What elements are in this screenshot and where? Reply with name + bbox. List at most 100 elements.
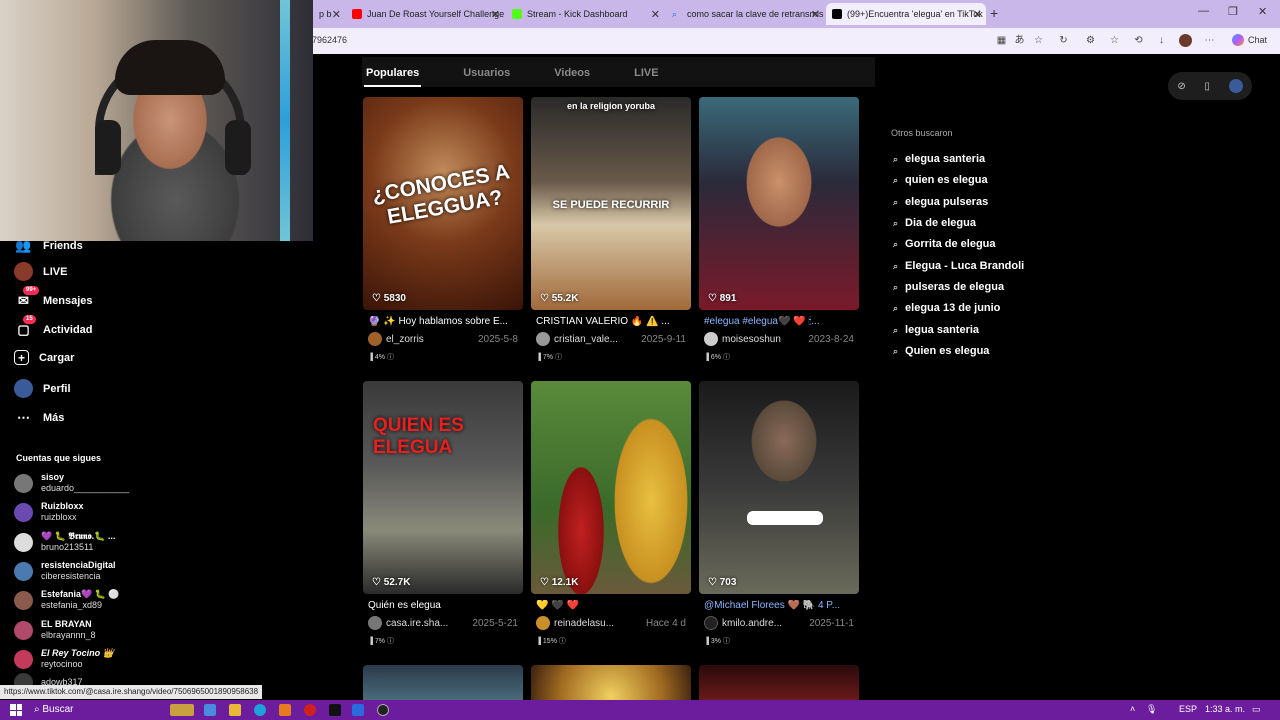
sidebar-item-upload[interactable]: + Cargar [14, 350, 74, 365]
avatar[interactable] [536, 332, 550, 346]
avatar[interactable] [704, 616, 718, 630]
suggestion-item[interactable]: ⌕ Gorrita de elegua [893, 238, 996, 250]
avatar[interactable] [1228, 79, 1243, 93]
close-tab-icon[interactable]: ✕ [491, 8, 500, 21]
followed-account[interactable]: resistenciaDigital ciberesistencia [14, 560, 116, 582]
history-icon[interactable]: ⟲ [1132, 34, 1145, 47]
sidebar-item-profile[interactable]: Perfil [14, 379, 71, 398]
video-description[interactable]: 💛 🖤 ❤️ [531, 600, 691, 611]
avatar[interactable] [368, 616, 382, 630]
video-thumbnail-partial[interactable] [363, 665, 523, 700]
sidebar-item-messages[interactable]: ✉ 99+ Mensajes [14, 286, 93, 310]
avatar[interactable] [536, 616, 550, 630]
sidebar-item-friends[interactable]: 👥 Friends [14, 236, 82, 255]
suggestion-item[interactable]: ⌕ quien es elegua [893, 174, 988, 186]
video-thumbnail[interactable]: ¿CONOCES A ELEGGUA? ♡ 5830 [363, 97, 523, 310]
copilot-chat-button[interactable]: Chat [1232, 34, 1267, 46]
suggestion-item[interactable]: ⌕ elegua santeria [893, 153, 985, 165]
video-thumbnail[interactable]: ♡ 12.1K [531, 381, 691, 594]
browser-tab-active[interactable]: (99+)Encuentra 'elegua' en TikTok ✕ [826, 3, 986, 25]
video-description[interactable]: 🔮 ✨ Hoy hablamos sobre E... [363, 316, 523, 327]
maximize-button[interactable]: ❐ [1228, 5, 1238, 18]
obs-icon[interactable] [377, 704, 389, 716]
favorite-star-icon[interactable]: ☆ [1032, 34, 1045, 47]
compass-icon[interactable]: ⊘ [1177, 81, 1185, 92]
video-card[interactable]: QUIEN ES ELEGUA ♡ 52.7K Quién es elegua … [363, 381, 523, 646]
extensions-icon[interactable]: ⚙ [1084, 34, 1097, 47]
browser-tab[interactable]: ⌕ como sacar la clave de retransmisi ✕ [666, 3, 824, 25]
video-card[interactable]: ♡ 12.1K 💛 🖤 ❤️ reinadelasu... Hace 4 d ▐… [531, 381, 691, 646]
video-card[interactable]: ♡ 891 #elegua #elegua🖤 ❤️ 🕯... moisesosh… [699, 97, 859, 362]
video-card[interactable]: ¿CONOCES A ELEGGUA? ♡ 5830 🔮 ✨ Hoy habla… [363, 97, 523, 362]
followed-account[interactable]: El Rey Tocino 👑 reytocinoo [14, 648, 114, 670]
clock[interactable]: 1:33 a. m. [1205, 704, 1245, 714]
video-description[interactable]: Quién es elegua [363, 600, 523, 611]
video-author[interactable]: casa.ire.sha... [386, 618, 464, 629]
app-icon[interactable] [352, 704, 364, 716]
taskbar-search[interactable]: ⌕ Buscar [34, 704, 74, 715]
file-explorer-icon[interactable] [229, 704, 241, 716]
video-author[interactable]: cristian_vale... [554, 334, 632, 345]
notifications-icon[interactable]: ▭ [1252, 704, 1261, 715]
followed-account[interactable]: EL BRAYAN elbrayannn_8 [14, 619, 96, 641]
avatar[interactable] [704, 332, 718, 346]
app-icon[interactable] [279, 704, 291, 716]
browser-tab[interactable]: Juan De Roast Yourself Challenge ✕ [346, 3, 504, 25]
tab-usuarios[interactable]: Usuarios [461, 57, 512, 87]
tab-populares[interactable]: Populares [364, 57, 422, 87]
browser-tab[interactable]: Stream - Kick Dashboard ✕ [506, 3, 664, 25]
tray-chevron-icon[interactable]: ˄ [1130, 704, 1135, 714]
windows-start-icon[interactable] [10, 704, 22, 716]
video-author[interactable]: moisesoshun [722, 334, 800, 345]
followed-account[interactable]: sisoy eduardo___________ [14, 472, 129, 494]
suggestion-item[interactable]: ⌕ Dia de elegua [893, 217, 976, 229]
video-thumbnail[interactable]: ♡ 891 [699, 97, 859, 310]
language-indicator[interactable]: ESP [1179, 704, 1197, 714]
url-field[interactable]: 7962476 [312, 35, 347, 45]
video-author[interactable]: kmilo.andre... [722, 618, 800, 629]
new-tab-button[interactable]: + [990, 5, 998, 21]
video-description[interactable]: CRISTIAN VALERIO 🔥 ⚠️ ... [531, 316, 691, 327]
video-author[interactable]: reinadelasu... [554, 618, 632, 629]
browser-tab[interactable]: p b ✕ [313, 3, 345, 25]
suggestion-item[interactable]: ⌕ legua santeria [893, 324, 979, 336]
followed-account[interactable]: 💜 🐛 𝕭𝖗𝖚𝖓𝖔.🐛 ... bruno213511 [14, 531, 115, 553]
sidebar-item-activity[interactable]: ▢ 15 Actividad [14, 315, 93, 339]
followed-account[interactable]: Ruizbloxx ruizbloxx [14, 501, 84, 523]
video-description[interactable]: @Michael Florees 🤎 🐘 4 P... [699, 600, 859, 611]
video-thumbnail-partial[interactable] [699, 665, 859, 700]
suggestion-item[interactable]: ⌕ elegua pulseras [893, 196, 988, 208]
tab-live[interactable]: LIVE [632, 57, 660, 87]
minimize-button[interactable]: — [1198, 5, 1209, 17]
apps-icon[interactable]: ▦ [995, 34, 1008, 47]
refresh-icon[interactable]: ↻ [1057, 34, 1070, 47]
close-tab-icon[interactable]: ✕ [651, 8, 660, 21]
translate-icon[interactable]: あ [1013, 34, 1026, 47]
profile-avatar[interactable] [1179, 34, 1192, 47]
close-window-button[interactable]: ✕ [1258, 5, 1267, 18]
video-thumbnail[interactable]: QUIEN ES ELEGUA ♡ 52.7K [363, 381, 523, 594]
sidebar-item-live[interactable]: LIVE [14, 262, 67, 281]
video-card[interactable]: en la religion yoruba SE PUEDE RECURRIR … [531, 97, 691, 362]
video-thumbnail[interactable]: ♡ 703 [699, 381, 859, 594]
sidebar-item-more[interactable]: ⋯ Más [14, 408, 64, 427]
microphone-icon[interactable]: 🎙 [1146, 704, 1157, 715]
app-icon[interactable] [304, 704, 316, 716]
close-tab-icon[interactable]: ✕ [973, 8, 982, 21]
taskview-icon[interactable] [204, 704, 216, 716]
suggestion-item[interactable]: ⌕ Quien es elegua [893, 345, 989, 357]
edge-icon[interactable] [254, 704, 266, 716]
tab-videos[interactable]: Videos [552, 57, 592, 87]
download-icon[interactable]: ↓ [1155, 34, 1168, 47]
video-thumbnail[interactable]: en la religion yoruba SE PUEDE RECURRIR … [531, 97, 691, 310]
close-tab-icon[interactable]: ✕ [811, 8, 820, 21]
suggestion-item[interactable]: ⌕ pulseras de elegua [893, 281, 1004, 293]
suggestion-item[interactable]: ⌕ elegua 13 de junio [893, 302, 1000, 314]
video-description[interactable]: #elegua #elegua🖤 ❤️ 🕯... [699, 316, 859, 327]
suggestion-item[interactable]: ⌕ Elegua - Luca Brandoli [893, 260, 1024, 272]
favorites-icon[interactable]: ☆ [1108, 34, 1121, 47]
close-tab-icon[interactable]: ✕ [332, 8, 341, 21]
phone-icon[interactable]: ▯ [1204, 81, 1210, 92]
terminal-icon[interactable] [329, 704, 341, 716]
more-menu-icon[interactable]: ⋯ [1203, 34, 1216, 47]
